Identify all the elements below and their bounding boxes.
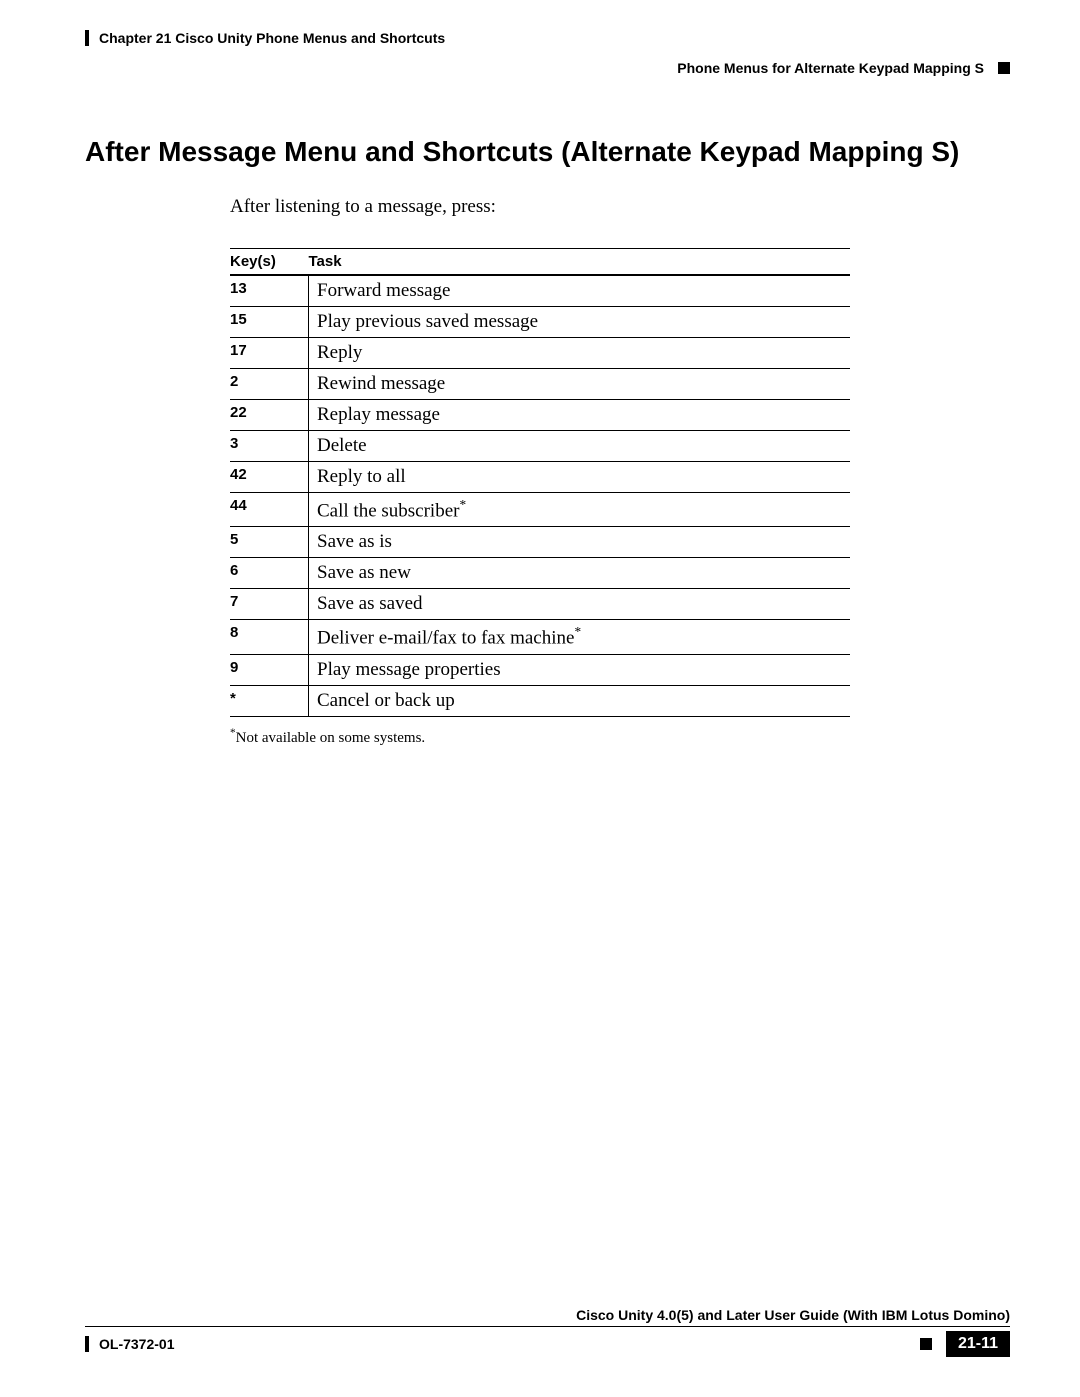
task-cell: Call the subscriber* — [309, 493, 851, 527]
document-page: Chapter 21 Cisco Unity Phone Menus and S… — [0, 0, 1080, 1397]
key-cell: 7 — [230, 589, 309, 620]
key-cell: 42 — [230, 462, 309, 493]
running-header: Chapter 21 Cisco Unity Phone Menus and S… — [85, 30, 1010, 46]
task-cell: Save as new — [309, 558, 851, 589]
key-cell: 8 — [230, 620, 309, 654]
key-cell: 17 — [230, 338, 309, 369]
task-cell: Save as is — [309, 527, 851, 558]
task-cell: Deliver e-mail/fax to fax machine* — [309, 620, 851, 654]
table-row: 3Delete — [230, 431, 850, 462]
task-cell: Delete — [309, 431, 851, 462]
footer-left: OL-7372-01 — [85, 1336, 174, 1352]
footnote-text: Not available on some systems. — [236, 730, 426, 746]
task-cell: Reply — [309, 338, 851, 369]
footer-bar-icon — [85, 1336, 89, 1352]
footer-guide: Cisco Unity 4.0(5) and Later User Guide … — [85, 1307, 1010, 1327]
table-row: 9Play message properties — [230, 654, 850, 685]
page-footer: Cisco Unity 4.0(5) and Later User Guide … — [85, 1307, 1010, 1357]
col-header-keys: Key(s) — [230, 249, 309, 276]
task-cell: Save as saved — [309, 589, 851, 620]
table-row: 13Forward message — [230, 275, 850, 307]
task-cell: Play message properties — [309, 654, 851, 685]
intro-text: After listening to a message, press: — [230, 196, 1010, 218]
square-marker-icon — [998, 62, 1010, 74]
key-cell: 3 — [230, 431, 309, 462]
asterisk-marker: * — [459, 497, 466, 512]
table-row: 44Call the subscriber* — [230, 493, 850, 527]
table-row: 5Save as is — [230, 527, 850, 558]
table-row: *Cancel or back up — [230, 685, 850, 716]
task-cell: Rewind message — [309, 369, 851, 400]
header-bar-icon — [85, 30, 89, 46]
footer-right: 21-11 — [920, 1331, 1010, 1357]
key-cell: 15 — [230, 307, 309, 338]
table-row: 8Deliver e-mail/fax to fax machine* — [230, 620, 850, 654]
doc-id: OL-7372-01 — [99, 1336, 174, 1352]
key-cell: 6 — [230, 558, 309, 589]
task-cell: Play previous saved message — [309, 307, 851, 338]
table-row: 15Play previous saved message — [230, 307, 850, 338]
footer-square-icon — [920, 1338, 932, 1350]
section-header-row: Phone Menus for Alternate Keypad Mapping… — [85, 60, 1010, 76]
key-cell: 13 — [230, 275, 309, 307]
task-cell: Replay message — [309, 400, 851, 431]
page-title: After Message Menu and Shortcuts (Altern… — [85, 136, 1010, 168]
page-number: 21-11 — [946, 1331, 1010, 1357]
table-row: 17Reply — [230, 338, 850, 369]
table-row: 42Reply to all — [230, 462, 850, 493]
shortcut-table: Key(s) Task 13Forward message15Play prev… — [230, 248, 850, 717]
key-cell: 5 — [230, 527, 309, 558]
shortcut-table-wrap: Key(s) Task 13Forward message15Play prev… — [230, 248, 850, 747]
key-cell: * — [230, 685, 309, 716]
task-cell: Forward message — [309, 275, 851, 307]
table-row: 6Save as new — [230, 558, 850, 589]
key-cell: 22 — [230, 400, 309, 431]
table-footnote: *Not available on some systems. — [230, 727, 850, 747]
asterisk-marker: * — [574, 624, 581, 639]
key-cell: 2 — [230, 369, 309, 400]
key-cell: 9 — [230, 654, 309, 685]
table-row: 2Rewind message — [230, 369, 850, 400]
task-cell: Reply to all — [309, 462, 851, 493]
table-row: 7Save as saved — [230, 589, 850, 620]
section-label: Phone Menus for Alternate Keypad Mapping… — [677, 60, 984, 76]
task-cell: Cancel or back up — [309, 685, 851, 716]
col-header-task: Task — [309, 249, 851, 276]
table-row: 22Replay message — [230, 400, 850, 431]
key-cell: 44 — [230, 493, 309, 527]
chapter-label: Chapter 21 Cisco Unity Phone Menus and S… — [99, 30, 445, 46]
